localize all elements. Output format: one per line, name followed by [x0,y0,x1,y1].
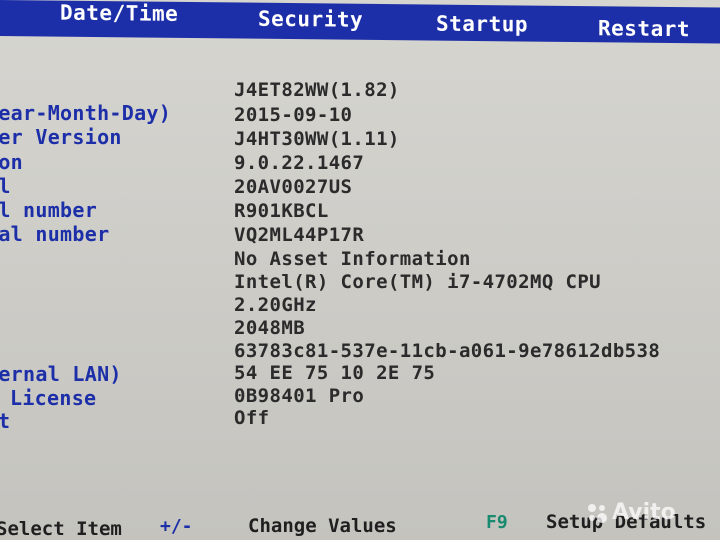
machine-type-model-value: 20AV0027US [234,176,353,198]
row-label: ion [0,150,24,174]
row-label: Year-Month-Day) [0,101,172,125]
row-label: ternal LAN) [0,362,122,386]
row-label: ler Version [0,125,122,149]
bios-date-value: 2015-09-10 [234,104,353,126]
asset-tag-value: No Asset Information [234,248,471,270]
help-f9-key: F9 [486,512,508,533]
row-label: t [0,409,11,433]
mac-address-value: 54 EE 75 10 2E 75 [234,362,436,384]
cpu-type-value: Intel(R) Core(TM) i7-4702MQ CPU [234,271,602,293]
system-board-serial-number-value: VQ2ML44P17R [234,224,365,246]
tab-security[interactable]: Security [258,7,363,32]
watermark-text: Avito [612,500,676,525]
bios-screen: Date/Time Security Startup Restart n J4E… [0,0,720,540]
tab-startup[interactable]: Startup [436,12,528,37]
cpu-speed-value: 2.20GHz [234,294,317,316]
bios-version-value: J4ET82WW(1.82) [234,79,400,101]
row-label: License [10,386,97,410]
uefi-secure-boot-value: Off [234,407,270,429]
row-label: ial number [0,222,110,246]
installed-memory-value: 2048MB [234,317,306,339]
os-license-value: 0B98401 Pro [234,385,365,407]
system-serial-number-value: R901KBCL [234,200,329,222]
row-label: el [0,174,11,198]
tab-restart[interactable]: Restart [598,16,690,41]
menu-tab-bar: Date/Time Security Startup Restart [0,0,720,44]
help-select-item: Select Item [0,518,122,540]
embedded-controller-version-value: J4HT30WW(1.11) [234,128,400,150]
me-firmware-version-value: 9.0.22.1467 [234,152,365,174]
help-change-key: +/- [160,516,193,537]
help-change-values: Change Values [248,515,397,537]
tab-date-time[interactable]: Date/Time [60,1,178,26]
uuid-value: 63783c81-537e-11cb-a061-9e78612db538 [234,340,661,362]
row-label: al number [0,198,98,222]
watermark-logo-icon [588,504,607,523]
